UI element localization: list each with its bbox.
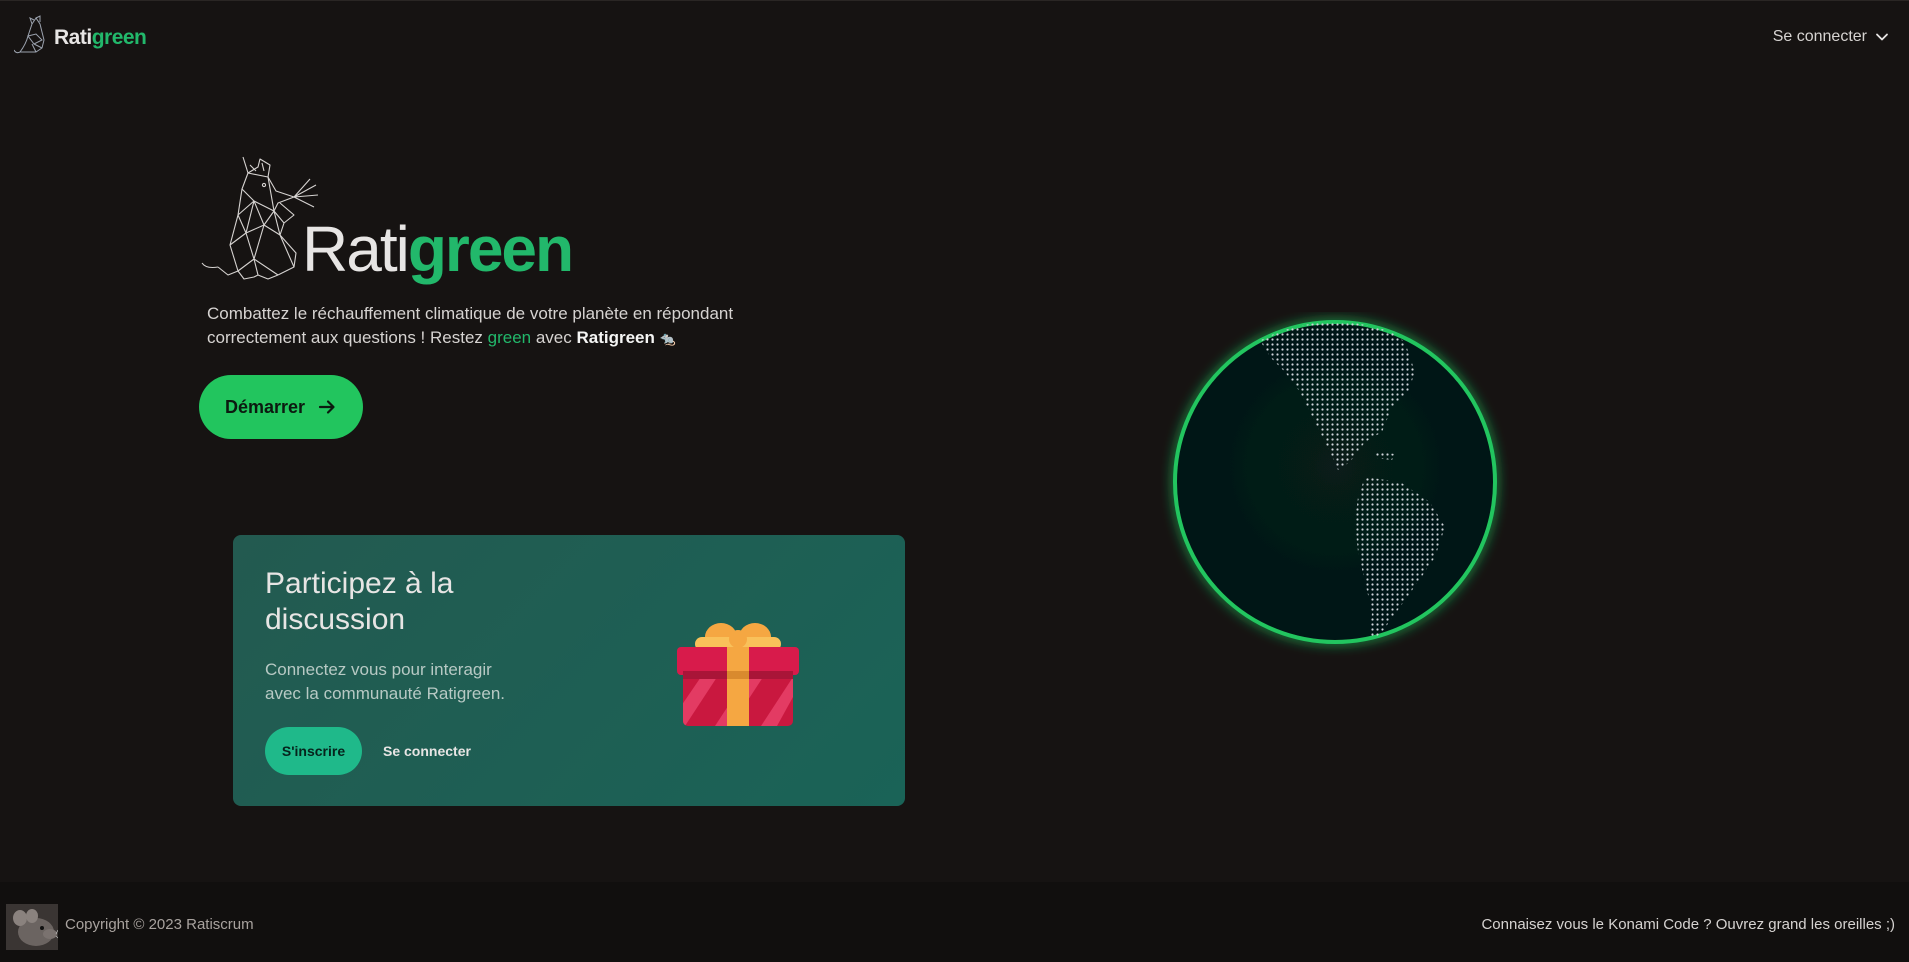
tagline-green-word: green — [487, 328, 532, 347]
arrow-right-icon — [318, 400, 335, 414]
login-dropdown[interactable]: Se connecter — [1773, 25, 1889, 49]
hero-title-rati: Rati — [302, 213, 410, 285]
brand-part-green: green — [91, 26, 147, 49]
rat-logo-icon — [14, 15, 45, 54]
brand-part-rati: Rati — [54, 26, 92, 49]
globe-illustration — [1173, 320, 1497, 644]
rat-emoji-icon: 🐀 — [659, 331, 676, 346]
hero-logo: Ratigreen — [198, 155, 574, 285]
konami-hint: Connaisez vous le Konami Code ? Ouvrez g… — [1481, 916, 1895, 933]
hero-title: Ratigreen — [302, 217, 574, 281]
signin-link[interactable]: Se connecter — [383, 727, 471, 775]
rat-avatar-icon — [6, 904, 58, 950]
start-button-label: Démarrer — [224, 396, 306, 417]
top-navbar: Ratigreen Se connecter — [0, 0, 1909, 81]
discussion-card: Participez à la discussion Connectez vou… — [233, 535, 905, 806]
hero-title-green: green — [407, 213, 574, 285]
hero-tagline: Combattez le réchauffement climatique de… — [207, 302, 767, 351]
card-description: Connectez vous pour interagir avec la co… — [265, 660, 506, 703]
tagline-brand: Ratigreen — [576, 328, 655, 347]
tagline-text: Combattez le réchauffement climatique de… — [207, 304, 734, 347]
brand-name: Ratigreen — [54, 26, 147, 50]
chevron-down-icon — [1876, 33, 1888, 41]
signup-button[interactable]: S'inscrire — [265, 727, 362, 775]
footer: Copyright © 2023 Ratiscrum Connaisez vou… — [0, 882, 1909, 962]
card-title: Participez à la discussion — [265, 567, 454, 636]
copyright-text: Copyright © 2023 Ratiscrum — [65, 916, 254, 933]
tagline-text-2: avec — [531, 328, 577, 347]
login-dropdown-label: Se connecter — [1772, 28, 1867, 45]
start-button[interactable]: Démarrer — [199, 375, 363, 439]
home-logo-link[interactable]: Ratigreen — [14, 13, 147, 57]
gift-icon — [677, 623, 799, 726]
